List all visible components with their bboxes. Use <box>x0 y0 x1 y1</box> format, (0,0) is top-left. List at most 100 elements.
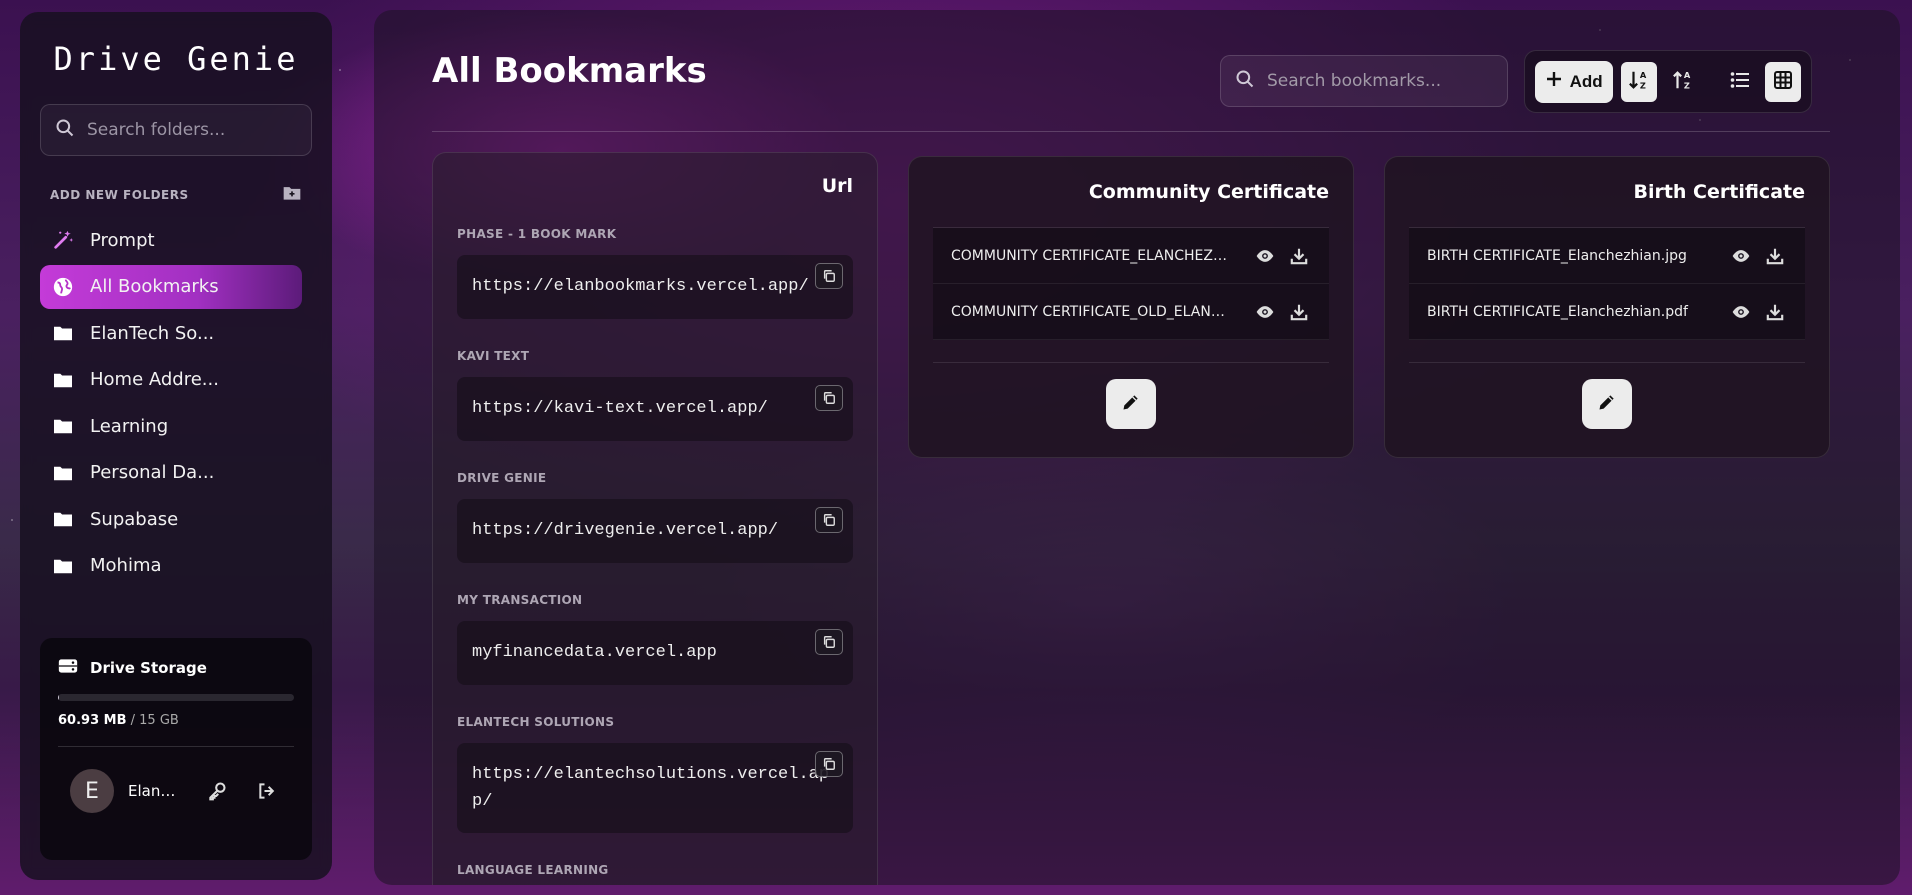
svg-text:A: A <box>1684 70 1691 80</box>
copy-icon[interactable] <box>815 263 843 289</box>
add-button-label: Add <box>1569 71 1603 91</box>
file-list: BIRTH CERTIFICATE_Elanchezhian.jpg BIRTH… <box>1409 227 1805 363</box>
url-group: MY TRANSACTION myfinancedata.vercel.app <box>457 593 853 685</box>
page-title: All Bookmarks <box>432 50 707 91</box>
sidebar-item-label: ElanTech So... <box>90 322 215 344</box>
storage-used: 60.93 MB <box>58 713 127 728</box>
url-group: DRIVE GENIE https://drivegenie.vercel.ap… <box>457 471 853 563</box>
sidebar-item-elantech[interactable]: ElanTech So... <box>40 311 302 356</box>
file-name[interactable]: BIRTH CERTIFICATE_Elanchezhian.jpg <box>1427 248 1719 264</box>
edit-folder-button[interactable] <box>1106 379 1156 429</box>
download-icon[interactable] <box>1763 244 1787 268</box>
url-value[interactable]: myfinancedata.vercel.app <box>457 621 853 685</box>
column-title: Url <box>821 175 853 197</box>
sidebar-item-label: Supabase <box>90 508 179 530</box>
url-text[interactable]: https://elanbookmarks.vercel.app/ <box>472 277 809 296</box>
add-button[interactable]: Add <box>1535 60 1614 103</box>
copy-icon[interactable] <box>815 629 843 655</box>
sidebar-item-mohima[interactable]: Mohima <box>40 544 302 589</box>
storage-total: / 15 GB <box>130 713 179 728</box>
sidebar-item-supabase[interactable]: Supabase <box>40 497 302 542</box>
grid-view-button[interactable] <box>1765 61 1802 102</box>
download-icon[interactable] <box>1287 300 1311 324</box>
list-icon <box>1730 71 1750 93</box>
url-group: KAVI TEXT https://kavi-text.vercel.app/ <box>457 349 853 441</box>
sort-ascending-button[interactable]: AZ <box>1621 61 1657 102</box>
edit-folder-button[interactable] <box>1582 379 1632 429</box>
pencil-icon <box>1597 392 1617 416</box>
file-name[interactable]: COMMUNITY CERTIFICATE_OLD_ELANCHEZHIAN.p… <box>951 304 1243 320</box>
eye-icon[interactable] <box>1253 244 1277 268</box>
sort-za-up-icon: AZ <box>1672 69 1694 95</box>
folder-plus-icon[interactable] <box>282 184 302 206</box>
globe-icon <box>52 276 74 298</box>
folder-icon <box>52 322 74 344</box>
url-group: ELANTECH SOLUTIONS https://elantechsolut… <box>457 715 853 833</box>
url-text[interactable]: https://drivegenie.vercel.app/ <box>472 521 778 540</box>
header: All Bookmarks Add AZ AZ <box>432 10 1830 132</box>
storage-card: Drive Storage 60.93 MB / 15 GB E Elanche… <box>40 638 312 860</box>
bookmarks-grid: Url PHASE - 1 BOOK MARK https://elanbook… <box>432 132 1830 885</box>
storage-progress-bar <box>58 694 294 701</box>
search-icon <box>1235 69 1255 93</box>
svg-text:Z: Z <box>1684 80 1690 90</box>
logout-icon[interactable] <box>254 778 280 804</box>
add-folders-row: ADD NEW FOLDERS <box>40 184 312 206</box>
folder-card-community-certificate: Community Certificate COMMUNITY CERTIFIC… <box>908 156 1354 458</box>
url-value[interactable]: https://drivegenie.vercel.app/ <box>457 499 853 563</box>
list-view-button[interactable] <box>1722 62 1758 102</box>
eye-icon[interactable] <box>1253 300 1277 324</box>
sidebar-item-personal-data[interactable]: Personal Da... <box>40 451 302 496</box>
add-folders-label: ADD NEW FOLDERS <box>50 188 189 202</box>
folder-nav: Prompt All Bookmarks ElanTech So... Home… <box>40 218 312 588</box>
bookmark-search[interactable] <box>1220 55 1508 107</box>
url-value[interactable]: https://elanbookmarks.vercel.app/ <box>457 255 853 319</box>
folder-search-input[interactable] <box>87 120 297 140</box>
eye-icon[interactable] <box>1729 300 1753 324</box>
bookmark-search-input[interactable] <box>1267 71 1493 91</box>
divider <box>58 746 294 747</box>
file-name[interactable]: BIRTH CERTIFICATE_Elanchezhian.pdf <box>1427 304 1719 320</box>
file-row[interactable]: BIRTH CERTIFICATE_Elanchezhian.pdf <box>1409 284 1805 340</box>
sidebar-item-all-bookmarks[interactable]: All Bookmarks <box>40 264 302 309</box>
card-title: Birth Certificate <box>1633 181 1805 203</box>
sort-descending-button[interactable]: AZ <box>1665 62 1701 102</box>
sidebar-item-prompt[interactable]: Prompt <box>40 218 302 263</box>
plus-icon <box>1546 71 1562 92</box>
sidebar-item-home-address[interactable]: Home Addre... <box>40 358 302 403</box>
url-label: PHASE - 1 BOOK MARK <box>457 227 617 241</box>
sidebar-item-learning[interactable]: Learning <box>40 404 302 449</box>
key-icon[interactable] <box>204 778 230 804</box>
url-label: ELANTECH SOLUTIONS <box>457 715 615 729</box>
url-text[interactable]: https://kavi-text.vercel.app/ <box>472 399 768 418</box>
sidebar-item-label: Learning <box>90 415 169 437</box>
svg-text:A: A <box>1640 70 1647 80</box>
copy-icon[interactable] <box>815 385 843 411</box>
url-value[interactable]: https://kavi-text.vercel.app/ <box>457 377 853 441</box>
brand-title: Drive Genie <box>53 40 299 78</box>
file-row[interactable]: COMMUNITY CERTIFICATE_ELANCHEZHIAN.pdf <box>933 228 1329 284</box>
folder-search[interactable] <box>40 104 312 156</box>
storage-progress-fill <box>58 694 59 701</box>
pencil-icon <box>1121 392 1141 416</box>
storage-title: Drive Storage <box>90 659 207 677</box>
eye-icon[interactable] <box>1729 244 1753 268</box>
sidebar-item-label: Personal Da... <box>90 462 215 484</box>
file-row[interactable]: COMMUNITY CERTIFICATE_OLD_ELANCHEZHIAN.p… <box>933 284 1329 340</box>
url-column: Url PHASE - 1 BOOK MARK https://elanbook… <box>432 152 878 885</box>
download-icon[interactable] <box>1763 300 1787 324</box>
download-icon[interactable] <box>1287 244 1311 268</box>
url-text[interactable]: myfinancedata.vercel.app <box>472 643 717 662</box>
main-panel: All Bookmarks Add AZ AZ <box>374 10 1900 885</box>
file-list: COMMUNITY CERTIFICATE_ELANCHEZHIAN.pdf C… <box>933 227 1329 363</box>
copy-icon[interactable] <box>815 507 843 533</box>
url-text[interactable]: https://elantechsolutions.vercel.app/ <box>472 765 829 811</box>
url-value[interactable]: https://elantechsolutions.vercel.app/ <box>457 743 853 833</box>
avatar[interactable]: E <box>70 769 114 813</box>
file-row[interactable]: BIRTH CERTIFICATE_Elanchezhian.jpg <box>1409 228 1805 284</box>
file-name[interactable]: COMMUNITY CERTIFICATE_ELANCHEZHIAN.pdf <box>951 248 1243 264</box>
url-label: LANGUAGE LEARNING <box>457 863 609 877</box>
toolbar: Add AZ AZ <box>1524 50 1812 113</box>
copy-icon[interactable] <box>815 751 843 777</box>
card-title: Community Certificate <box>1088 181 1329 203</box>
